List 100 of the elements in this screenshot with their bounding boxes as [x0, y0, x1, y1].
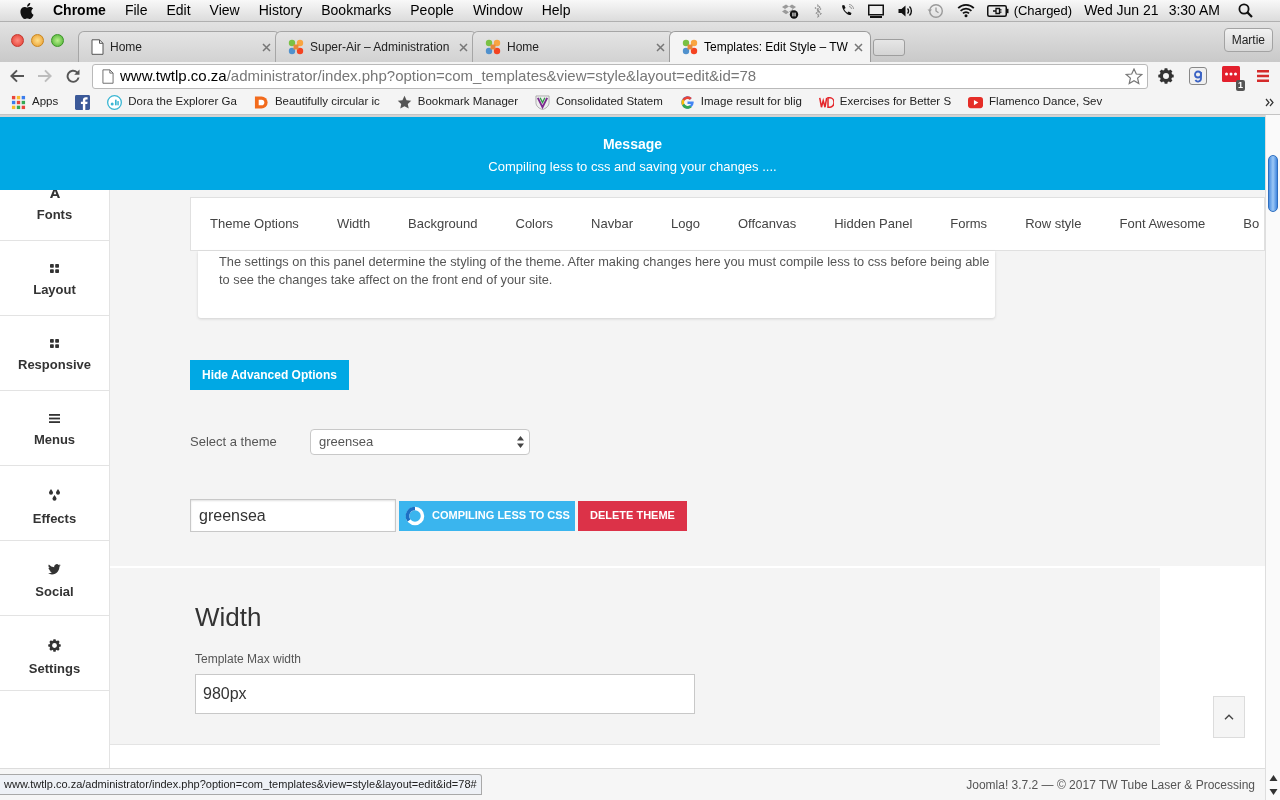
- sidebar-item[interactable]: Social: [0, 541, 109, 616]
- grid-icon: [50, 339, 59, 348]
- settings-tab[interactable]: Background: [389, 198, 497, 250]
- max-width-field[interactable]: 980px: [195, 674, 695, 714]
- badge-count: 1: [1236, 80, 1245, 91]
- theme-label: Select a theme: [190, 433, 278, 452]
- menu-icon[interactable]: [1257, 69, 1269, 83]
- app-menu[interactable]: Chrome: [53, 0, 106, 21]
- shield-logo-icon: [535, 94, 551, 110]
- menu-item[interactable]: File: [124, 0, 148, 21]
- settings-tab[interactable]: Hidden Panel: [815, 198, 932, 250]
- extension-icon[interactable]: [1222, 66, 1240, 82]
- pinwheel-logo-icon: [682, 39, 698, 55]
- pinwheel-logo-icon: [288, 39, 304, 55]
- bookmark-item[interactable]: Beautifully circular ic: [249, 93, 384, 111]
- section-heading: Width: [195, 602, 262, 632]
- bookmark-item[interactable]: Image result for blig: [675, 93, 806, 111]
- menu-item[interactable]: Edit: [166, 0, 191, 21]
- page-icon: [91, 39, 104, 55]
- footer-text: Joomla! 3.7.2 — © 2017 TW Tube Laser & Processing: [966, 776, 1255, 794]
- chevron-right-icon[interactable]: [1265, 97, 1274, 107]
- display-icon[interactable]: [866, 2, 885, 19]
- message-title: Message: [602, 135, 663, 153]
- close-window-button[interactable]: [11, 34, 24, 47]
- bird-icon: [48, 564, 61, 575]
- menu-icon: [49, 414, 60, 423]
- zoom-window-button[interactable]: [51, 34, 64, 47]
- grid-icon: [50, 264, 59, 273]
- sync-paused-icon[interactable]: [780, 2, 799, 19]
- close-icon[interactable]: [853, 42, 863, 52]
- menu-item[interactable]: History: [258, 0, 303, 21]
- theme-name-field[interactable]: greensea: [190, 499, 396, 532]
- settings-tab[interactable]: Theme Options: [191, 198, 318, 250]
- theme-select[interactable]: greensea: [310, 429, 530, 455]
- tile-logo-icon: [253, 94, 269, 110]
- grid-icon: [11, 94, 26, 110]
- gear-icon[interactable]: [1158, 68, 1174, 84]
- page-icon: [102, 68, 114, 84]
- menu-item[interactable]: Window: [472, 0, 523, 21]
- settings-tab[interactable]: Font Awesome: [1100, 198, 1225, 250]
- scrollbar[interactable]: [1265, 115, 1280, 800]
- sidebar-item[interactable]: Fonts: [0, 190, 109, 241]
- sidebar-item[interactable]: Menus: [0, 391, 109, 466]
- reload-icon[interactable]: [65, 68, 81, 84]
- address-field[interactable]: www.twtlp.co.za/administrator/index.php?option=com_templates&view=style&layout=edit&id=78: [92, 63, 1148, 89]
- play-icon: [968, 94, 984, 110]
- extension-icon[interactable]: [1189, 67, 1207, 85]
- pinwheel-logo-icon: [485, 39, 501, 55]
- bookmark-item[interactable]: Apps: [7, 93, 63, 111]
- bookmark-item[interactable]: Dora the Explorer Ga: [103, 93, 241, 111]
- star-icon: [396, 94, 412, 110]
- close-icon[interactable]: [262, 42, 271, 52]
- bookmark-item[interactable]: Consolidated Statem: [531, 93, 667, 111]
- circle-logo-icon: [107, 94, 123, 110]
- select-arrows-icon: [517, 436, 524, 448]
- settings-tab[interactable]: Offcanvas: [718, 198, 816, 250]
- chevron-up-icon: [1224, 714, 1234, 720]
- description-text: The settings on this panel determine the styling of the theme. After making changes here you must compile less to css before being able to see the changes take affect on the front end of your site.: [219, 253, 991, 289]
- sidebar-item[interactable]: Effects: [0, 466, 109, 541]
- menu-bar-date[interactable]: Wed Jun 21: [1084, 0, 1159, 21]
- settings-tab[interactable]: Navbar: [572, 198, 652, 250]
- wifi-icon[interactable]: [956, 3, 975, 18]
- bookmark-item[interactable]: Flamenco Dance, Sev: [964, 93, 1107, 111]
- star-icon[interactable]: [1125, 67, 1143, 85]
- apple-logo-icon[interactable]: [20, 1, 35, 20]
- message-text: Compiling less to css and saving your changes ....: [488, 158, 777, 176]
- bookmark-item[interactable]: Bookmark Manager: [392, 93, 523, 111]
- bookmark-item[interactable]: Exercises for Better S: [814, 93, 956, 111]
- settings-tab[interactable]: Row style: [1006, 198, 1101, 250]
- battery-status: (Charged): [1013, 1, 1073, 20]
- settings-tab[interactable]: Logo: [652, 198, 719, 250]
- close-icon[interactable]: [656, 42, 665, 52]
- clock-icon[interactable]: [926, 2, 944, 19]
- close-icon[interactable]: [459, 42, 468, 52]
- font-icon: [49, 190, 60, 198]
- drops-icon: [48, 489, 61, 502]
- menu-item[interactable]: View: [209, 0, 240, 21]
- profile-button[interactable]: Martie: [1223, 28, 1273, 52]
- scrollbar-thumb[interactable]: [1268, 155, 1278, 212]
- square-logo-icon: [75, 94, 91, 110]
- sidebar-item[interactable]: Layout: [0, 241, 109, 316]
- menu-item[interactable]: Help: [541, 0, 571, 21]
- delete-theme-button[interactable]: DELETE THEME: [578, 500, 687, 531]
- settings-tab[interactable]: Width: [317, 198, 390, 250]
- settings-tab[interactable]: Bo: [1224, 198, 1260, 250]
- menu-item[interactable]: Bookmarks: [321, 0, 392, 21]
- battery-icon[interactable]: [986, 4, 1009, 17]
- browser-tab[interactable]: Templates: Edit Style – TW: [669, 31, 871, 62]
- menu-bar-time[interactable]: 3:30 AM: [1168, 0, 1220, 21]
- settings-tab[interactable]: Colors: [496, 198, 573, 250]
- back-arrow-icon[interactable]: [9, 68, 25, 84]
- status-url: www.twtlp.co.za/administrator/index.php?option=com_templates&view=style&layout=edit&id=78#: [0, 774, 482, 795]
- sidebar-item[interactable]: Settings: [0, 616, 109, 691]
- settings-tab[interactable]: Forms: [931, 198, 1007, 250]
- g-logo-icon: [679, 94, 695, 110]
- scroll-up-icon[interactable]: [1268, 774, 1278, 782]
- search-icon[interactable]: [1238, 3, 1253, 18]
- menu-item[interactable]: People: [410, 0, 454, 21]
- sidebar-item[interactable]: Responsive: [0, 316, 109, 391]
- scroll-down-icon[interactable]: [1268, 788, 1278, 796]
